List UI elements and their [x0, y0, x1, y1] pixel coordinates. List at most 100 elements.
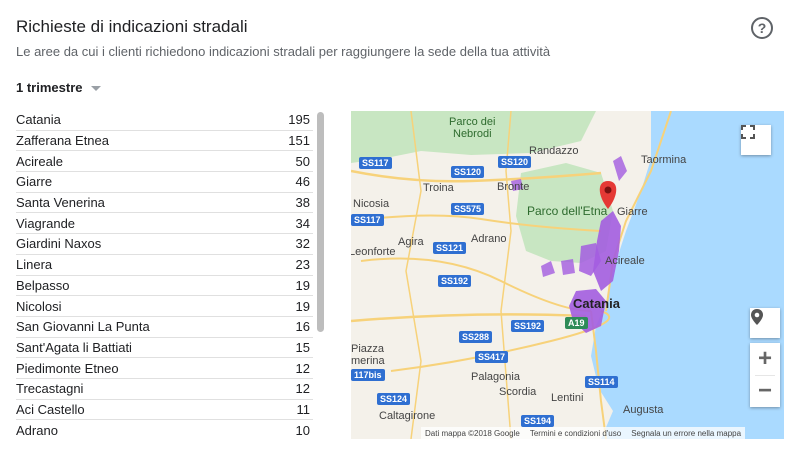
location-list[interactable]: Catania 195 Zafferana Etnea 151 Acireale 50…: [16, 110, 313, 440]
location-count: 23: [295, 257, 310, 273]
map-pin-icon: [751, 309, 763, 325]
road-shield: SS288: [459, 331, 493, 343]
list-item: Belpasso 19: [16, 276, 313, 297]
map-label: merina: [351, 355, 385, 367]
road-shield: 117bis: [351, 369, 385, 381]
location-name: Catania: [16, 112, 61, 128]
map-label: Bronte: [497, 181, 530, 193]
location-count: 195: [288, 112, 310, 128]
period-dropdown[interactable]: 1 trimestre: [16, 80, 102, 95]
fullscreen-icon: [741, 125, 755, 139]
terms-link[interactable]: Termini e condizioni d'uso: [530, 429, 621, 438]
map-label: Piazza: [351, 343, 385, 355]
location-count: 15: [295, 339, 310, 355]
road-shield: SS117: [351, 214, 384, 226]
list-item: Acireale 50: [16, 151, 313, 173]
map-label: Taormina: [641, 154, 687, 166]
location-name: Piedimonte Etneo: [16, 360, 119, 376]
location-name: Belpasso: [16, 277, 70, 293]
location-count: 12: [295, 360, 310, 376]
map-view[interactable]: Parco dei Nebrodi Randazzo Taormina Troi…: [351, 111, 784, 439]
location-count: 19: [295, 277, 310, 293]
location-name: Santa Venerina: [16, 195, 105, 211]
fullscreen-button[interactable]: [741, 125, 771, 155]
location-count: 11: [296, 401, 311, 417]
map-label: Agira: [398, 236, 424, 248]
road-shield: A19: [565, 317, 588, 329]
location-name: Trecastagni: [16, 381, 84, 397]
map-attribution: Dati mappa ©2018 Google Termini e condiz…: [421, 427, 746, 439]
road-shield: SS117: [359, 157, 392, 169]
page-title: Richieste di indicazioni stradali: [16, 17, 248, 36]
location-name: Zafferana Etnea: [16, 133, 109, 149]
location-count: 38: [295, 195, 310, 211]
list-item: Catania 195: [16, 110, 313, 131]
location-count: 32: [295, 236, 310, 252]
list-item: Giarre 46: [16, 172, 313, 193]
list-item: Viagrande 34: [16, 213, 313, 235]
location-button[interactable]: [750, 308, 780, 338]
zoom-in-button[interactable]: +: [750, 343, 780, 375]
location-name: Adrano: [16, 423, 58, 439]
map-label: Nicosia: [353, 198, 390, 210]
page-subtitle: Le aree da cui i clienti richiedono indi…: [16, 44, 551, 59]
road-shield: SS121: [433, 242, 467, 254]
list-item: Trecastagni 12: [16, 379, 313, 400]
location-name: Sant'Agata li Battiati: [16, 339, 132, 355]
map-label: Parco dell'Etna: [527, 204, 608, 218]
location-name: Viagrande: [16, 215, 76, 231]
list-item: Linera 23: [16, 255, 313, 276]
map-label: Augusta: [623, 404, 664, 416]
location-count: 10: [295, 423, 310, 439]
list-item: Adrano 10: [16, 420, 313, 440]
map-label: Nebrodi: [453, 128, 492, 140]
list-item: Sant'Agata li Battiati 15: [16, 338, 313, 359]
help-icon[interactable]: ?: [751, 17, 773, 39]
road-shield: SS124: [377, 393, 411, 405]
map-label: Lentini: [551, 392, 584, 404]
location-count: 151: [288, 133, 310, 149]
location-name: Acireale: [16, 153, 63, 169]
road-shield: SS120: [451, 166, 485, 178]
location-count: 16: [295, 319, 310, 335]
list-item: Aci Castello 11: [16, 400, 313, 421]
location-name: Nicolosi: [16, 298, 62, 314]
zoom-out-button[interactable]: −: [750, 376, 780, 408]
report-error-link[interactable]: Segnala un errore nella mappa: [631, 429, 741, 438]
location-name: Aci Castello: [16, 401, 85, 417]
location-name: Linera: [16, 257, 53, 273]
period-dropdown-label: 1 trimestre: [16, 80, 83, 95]
road-shield: SS114: [585, 376, 618, 388]
attribution-data: Dati mappa ©2018 Google: [425, 428, 520, 438]
map-label: Acireale: [605, 255, 645, 267]
map-label: Adrano: [471, 233, 507, 245]
list-scrollbar[interactable]: [317, 112, 324, 332]
list-item: Zafferana Etnea 151: [16, 131, 313, 152]
location-count: 12: [295, 381, 310, 397]
list-item: Santa Venerina 38: [16, 193, 313, 214]
list-item: Giardini Naxos 32: [16, 234, 313, 255]
list-item: San Giovanni La Punta 16: [16, 317, 313, 338]
zoom-control: + −: [750, 343, 780, 407]
map-label: Giarre: [617, 206, 648, 218]
location-name: Giardini Naxos: [16, 236, 102, 252]
map-label: Parco dei: [449, 116, 496, 128]
map-label: Catania: [573, 296, 620, 311]
map-label: Troina: [423, 182, 454, 194]
map-label: Leonforte: [351, 246, 396, 258]
chevron-down-icon: [91, 85, 102, 91]
map-label: Caltagirone: [379, 410, 436, 422]
list-item: Nicolosi 19: [16, 296, 313, 317]
road-shield: SS192: [438, 275, 472, 287]
road-shield: SS192: [511, 320, 545, 332]
location-count: 50: [295, 153, 310, 169]
location-count: 19: [295, 298, 310, 314]
location-count: 46: [295, 174, 310, 190]
list-item: Piedimonte Etneo 12: [16, 358, 313, 379]
map-label: Randazzo: [529, 145, 579, 157]
road-shield: SS575: [451, 203, 485, 215]
location-name: Giarre: [16, 174, 53, 190]
location-count: 34: [295, 215, 310, 231]
location-name: San Giovanni La Punta: [16, 319, 150, 335]
road-shield: SS194: [521, 415, 555, 427]
